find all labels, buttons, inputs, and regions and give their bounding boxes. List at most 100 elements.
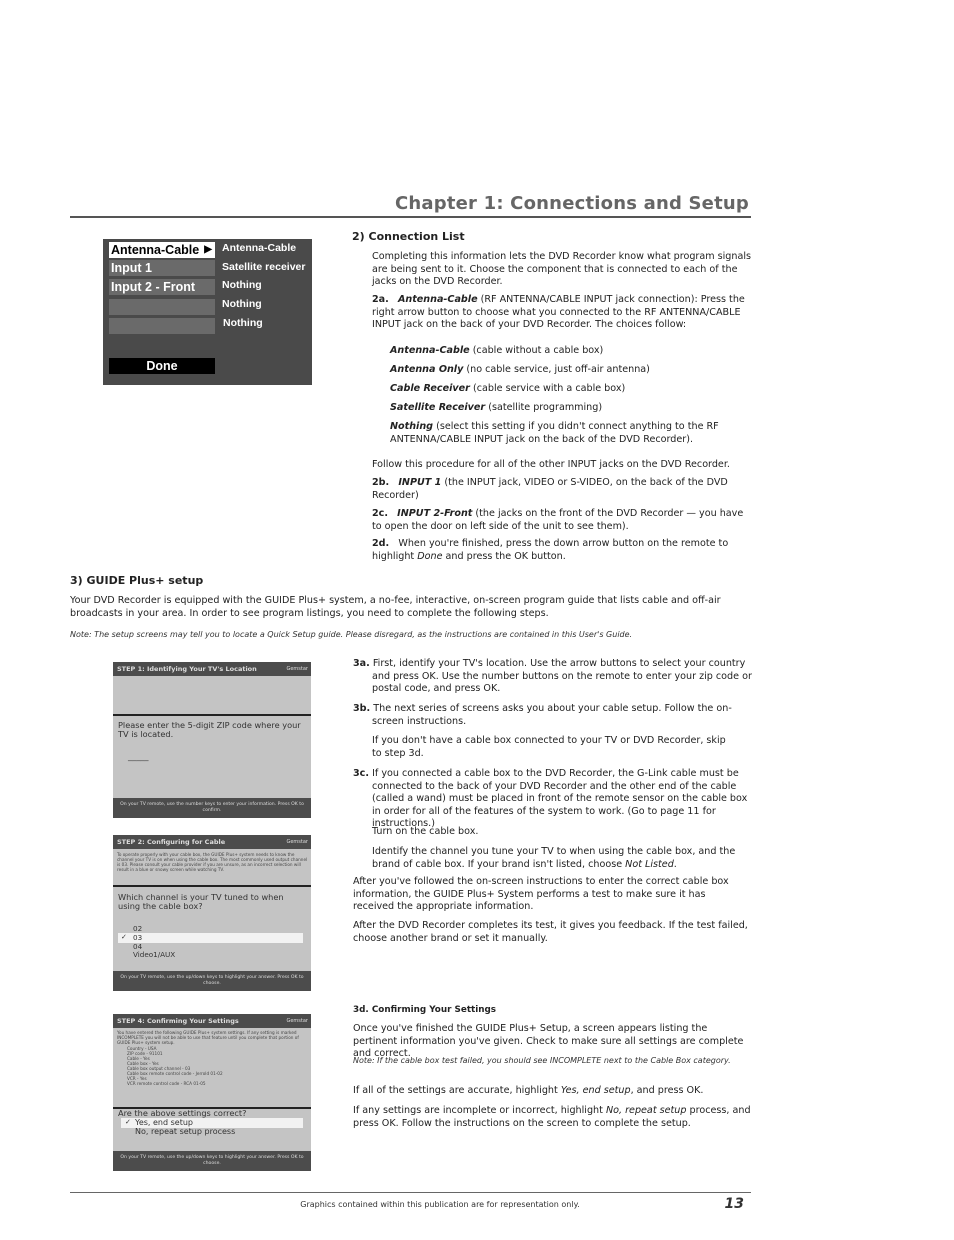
choice-desc: (select this setting if you didn't conne…: [390, 420, 719, 445]
option-item[interactable]: No, repeat setup process: [135, 1128, 235, 1136]
step-text: and press the OK button.: [442, 550, 566, 562]
choice-desc: (cable service with a cable box): [469, 382, 626, 394]
step-term: INPUT 2-Front: [397, 508, 473, 519]
step-text: If any settings are incomplete or incorr…: [353, 1105, 606, 1116]
menu-value: Antenna-Cable: [222, 242, 297, 254]
connection-list-screen: Antenna-Cable ▶ Input 1 Input 2 - Front …: [103, 239, 312, 385]
choice-item: Antenna-Cable (cable without a cable box…: [390, 345, 750, 358]
checkmark-icon: ✓: [121, 933, 127, 941]
step-text: , and press OK.: [630, 1085, 704, 1096]
choice-item: Antenna Only (no cable service, just off…: [390, 364, 750, 377]
choice-term: Cable Receiver: [390, 382, 470, 394]
right-triangle-icon: ▶: [204, 244, 212, 255]
step-text: The next series of screens asks you abou…: [372, 703, 732, 727]
follow-procedure-text: Follow this procedure for all of the oth…: [372, 459, 730, 470]
step-italic: Done: [417, 550, 443, 562]
screen-step2: STEP 2: Configuring for Cable Gemstar To …: [113, 835, 311, 991]
menu-item-empty[interactable]: [109, 318, 215, 334]
screen-info: You have entered the following GUIDE Plu…: [117, 1030, 299, 1045]
menu-item-label: Input 2 - Front: [111, 280, 196, 294]
choice-term: Antenna Only: [390, 363, 464, 375]
step-3d-yes-text: If all of the settings are accurate, hig…: [353, 1085, 753, 1098]
screen-footer: On your TV remote, use the up/down keys …: [113, 1151, 311, 1171]
step-number: 2a.: [372, 294, 389, 305]
step-text: First, identify your TV's location. Use …: [372, 658, 752, 695]
section-heading-connection-list: 2) Connection List: [352, 230, 465, 243]
choice-term: Nothing: [390, 420, 434, 432]
step-3c: 3c. If you connected a cable box to the …: [353, 768, 753, 831]
option-item[interactable]: Video1/AUX: [133, 951, 175, 959]
option-item[interactable]: 03: [133, 934, 142, 942]
selected-option-highlight: [118, 933, 303, 943]
step-term: Antenna-Cable: [397, 294, 478, 305]
after-test-text: After the DVD Recorder completes its tes…: [353, 920, 748, 944]
checkmark-icon: ✓: [125, 1118, 131, 1126]
choice-term: Antenna-Cable: [390, 345, 470, 356]
setting-item: VCR remote control code - RCA 01-05: [127, 1081, 206, 1086]
choice-desc: (cable without a cable box): [469, 345, 604, 356]
step-2d: 2d. When you're finished, press the down…: [372, 538, 752, 563]
choice-term: Satellite Receiver: [390, 401, 486, 413]
step-italic: Yes, end setup: [560, 1085, 631, 1096]
after-instructions-text: After you've followed the on-screen inst…: [353, 876, 729, 913]
step-3b: 3b. The next series of screens asks you …: [353, 703, 753, 728]
step-text: If you connected a cable box to the DVD …: [372, 768, 748, 830]
screen-footer: On your TV remote, use the up/down keys …: [113, 971, 311, 991]
screen-question: Are the above settings correct?: [118, 1108, 247, 1118]
section-heading-guide-plus: 3) GUIDE Plus+ setup: [70, 574, 204, 587]
menu-item-empty[interactable]: [109, 299, 215, 315]
choice-item: Cable Receiver (cable service with a cab…: [390, 383, 750, 396]
step-term: INPUT 1: [398, 477, 442, 488]
step-2a: 2a. Antenna-Cable (RF ANTENNA/CABLE INPU…: [372, 294, 752, 332]
step-2c: 2c. INPUT 2-Front (the jacks on the fron…: [372, 508, 752, 533]
guide-plus-note: Note: The setup screens may tell you to …: [70, 630, 633, 639]
step-3d-note: Note: If the cable box test failed, you …: [353, 1056, 731, 1065]
header-rule: [70, 216, 751, 218]
step-number: 2b.: [372, 477, 390, 488]
step-number: 3c.: [353, 768, 370, 779]
step-3a: 3a. First, identify your TV's location. …: [353, 658, 753, 696]
menu-item-label: Input 1: [111, 261, 152, 275]
step-number: 2d.: [372, 538, 390, 549]
menu-value: Nothing: [222, 298, 262, 310]
choice-list: Antenna-Cable (cable without a cable box…: [390, 345, 750, 446]
screen-info: To operate properly with your cable box,…: [117, 852, 308, 872]
brand-logo: Gemstar: [286, 1018, 308, 1024]
option-item[interactable]: 02: [133, 925, 142, 933]
step-3d-no-text: If any settings are incomplete or incorr…: [353, 1105, 753, 1130]
choice-item: Satellite Receiver (satellite programmin…: [390, 402, 750, 415]
step-number: 3b.: [353, 703, 371, 714]
brand-logo: Gemstar: [286, 666, 308, 672]
settings-list: Country - USA ZIP code - 91101 Cable - Y…: [127, 1046, 308, 1086]
menu-item-label: Antenna-Cable: [111, 243, 200, 257]
guide-plus-intro: Your DVD Recorder is equipped with the G…: [70, 595, 721, 619]
screen-title-bar: STEP 1: Identifying Your TV's Location Ge…: [113, 662, 311, 676]
done-button[interactable]: Done: [109, 358, 215, 374]
screen-footer: On your TV remote, use the number keys t…: [113, 798, 311, 818]
option-item[interactable]: Yes, end setup: [135, 1119, 193, 1127]
step-number: 3a.: [353, 658, 370, 669]
menu-item-antenna-cable[interactable]: Antenna-Cable ▶: [109, 242, 215, 258]
screen-title: STEP 2: Configuring for Cable: [117, 838, 226, 846]
page-number: 13: [724, 1196, 744, 1212]
connection-list-intro: Completing this information lets the DVD…: [372, 251, 752, 288]
choice-desc: (satellite programming): [485, 401, 603, 413]
choice-item: Nothing (select this setting if you didn…: [390, 421, 750, 446]
zip-entry-field: _____: [128, 751, 149, 761]
screen-title-bar: STEP 2: Configuring for Cable Gemstar: [113, 835, 311, 849]
menu-item-input-2-front[interactable]: Input 2 - Front: [109, 279, 215, 295]
choice-desc: (no cable service, just off-air antenna): [463, 363, 650, 375]
step-3b-note: If you don't have a cable box connected …: [372, 735, 726, 759]
screen-title: STEP 4: Confirming Your Settings: [117, 1017, 239, 1025]
screen-step4: STEP 4: Confirming Your Settings Gemstar …: [113, 1014, 311, 1171]
screen-step1: STEP 1: Identifying Your TV's Location Ge…: [113, 662, 311, 818]
screen-question: Which channel is your TV tuned to when u…: [118, 892, 284, 911]
step-text: Identify the channel you tune your TV to…: [372, 846, 736, 870]
step-3d-heading: 3d. Confirming Your Settings: [353, 1005, 497, 1015]
footer-rule: [70, 1192, 751, 1193]
step-2b: 2b. INPUT 1 (the INPUT jack, VIDEO or S-…: [372, 477, 752, 502]
chapter-title: Chapter 1: Connections and Setup: [394, 193, 749, 214]
brand-logo: Gemstar: [286, 839, 308, 845]
step-italic: Not Listed: [625, 858, 674, 870]
menu-item-input-1[interactable]: Input 1: [109, 260, 215, 276]
